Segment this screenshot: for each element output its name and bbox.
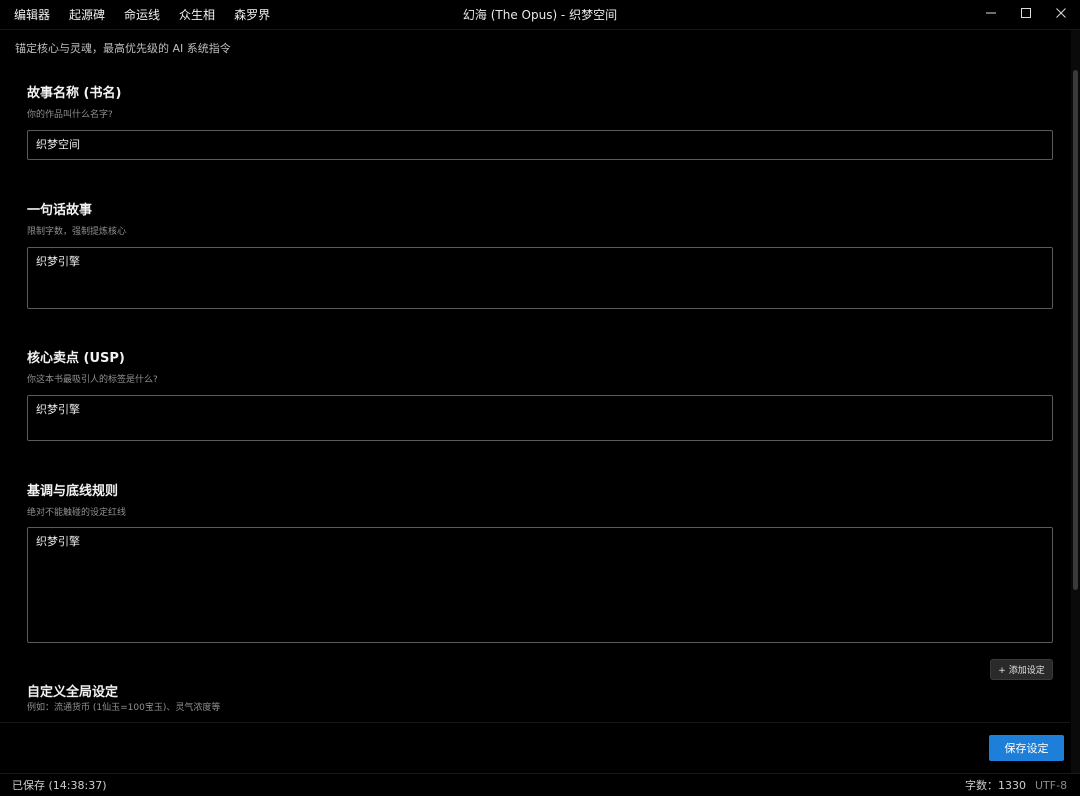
field-title-story-name: 故事名称 (书名) [27, 86, 122, 101]
maximize-button[interactable] [1009, 0, 1043, 26]
close-button[interactable] [1044, 0, 1078, 26]
save-settings-button[interactable]: 保存设定 [989, 735, 1064, 761]
save-status: 已保存 (14:38:37) [12, 779, 107, 792]
page-subtitle: 锚定核心与灵魂，最高优先级的 AI 系统指令 [15, 42, 231, 55]
field-title-usp: 核心卖点 (USP) [27, 351, 125, 366]
status-bar: 已保存 (14:38:37) 字数：1330 UTF-8 [0, 773, 1080, 796]
scrollbar-thumb[interactable] [1073, 70, 1078, 590]
minimize-button[interactable] [974, 0, 1008, 26]
field-desc-usp: 你这本书最吸引人的标签是什么? [27, 375, 158, 385]
tone-rules-textarea[interactable]: 织梦引擎 [27, 527, 1053, 643]
footer-bar: 保存设定 [0, 722, 1070, 773]
field-title-one-line-story: 一句话故事 [27, 203, 93, 218]
field-desc-tone-rules: 绝对不能触碰的设定红线 [27, 508, 127, 518]
minimize-icon [986, 12, 996, 14]
encoding-indicator[interactable]: UTF-8 [1035, 780, 1067, 792]
close-icon [1056, 8, 1066, 18]
field-desc-one-line-story: 限制字数，强制提炼核心 [27, 227, 127, 237]
settings-panel: 锚定核心与灵魂，最高优先级的 AI 系统指令 故事名称 (书名) 你的作品叫什么… [0, 30, 1070, 722]
story-name-input[interactable]: 织梦空间 [27, 130, 1053, 160]
field-desc-story-name: 你的作品叫什么名字? [27, 110, 113, 120]
field-title-tone-rules: 基调与底线规则 [27, 484, 119, 499]
window-title: 幻海 (The Opus) - 织梦空间 [462, 8, 618, 22]
custom-settings-desc: 例如：流通货币 (1仙玉=100宝玉)、灵气浓度等 [27, 703, 221, 713]
vertical-scrollbar[interactable] [1071, 30, 1080, 773]
maximize-icon [1021, 8, 1031, 18]
usp-textarea[interactable]: 织梦引擎 [27, 395, 1053, 441]
word-count: 字数：1330 [965, 779, 1026, 792]
add-setting-button[interactable]: + 添加设定 [990, 659, 1053, 680]
one-line-story-textarea[interactable]: 织梦引擎 [27, 247, 1053, 309]
title-bar: 编辑器 起源碑 命运线 众生相 森罗界 幻海 (The Opus) - 织梦空间 [0, 0, 1080, 30]
custom-settings-title: 自定义全局设定 [27, 685, 119, 700]
